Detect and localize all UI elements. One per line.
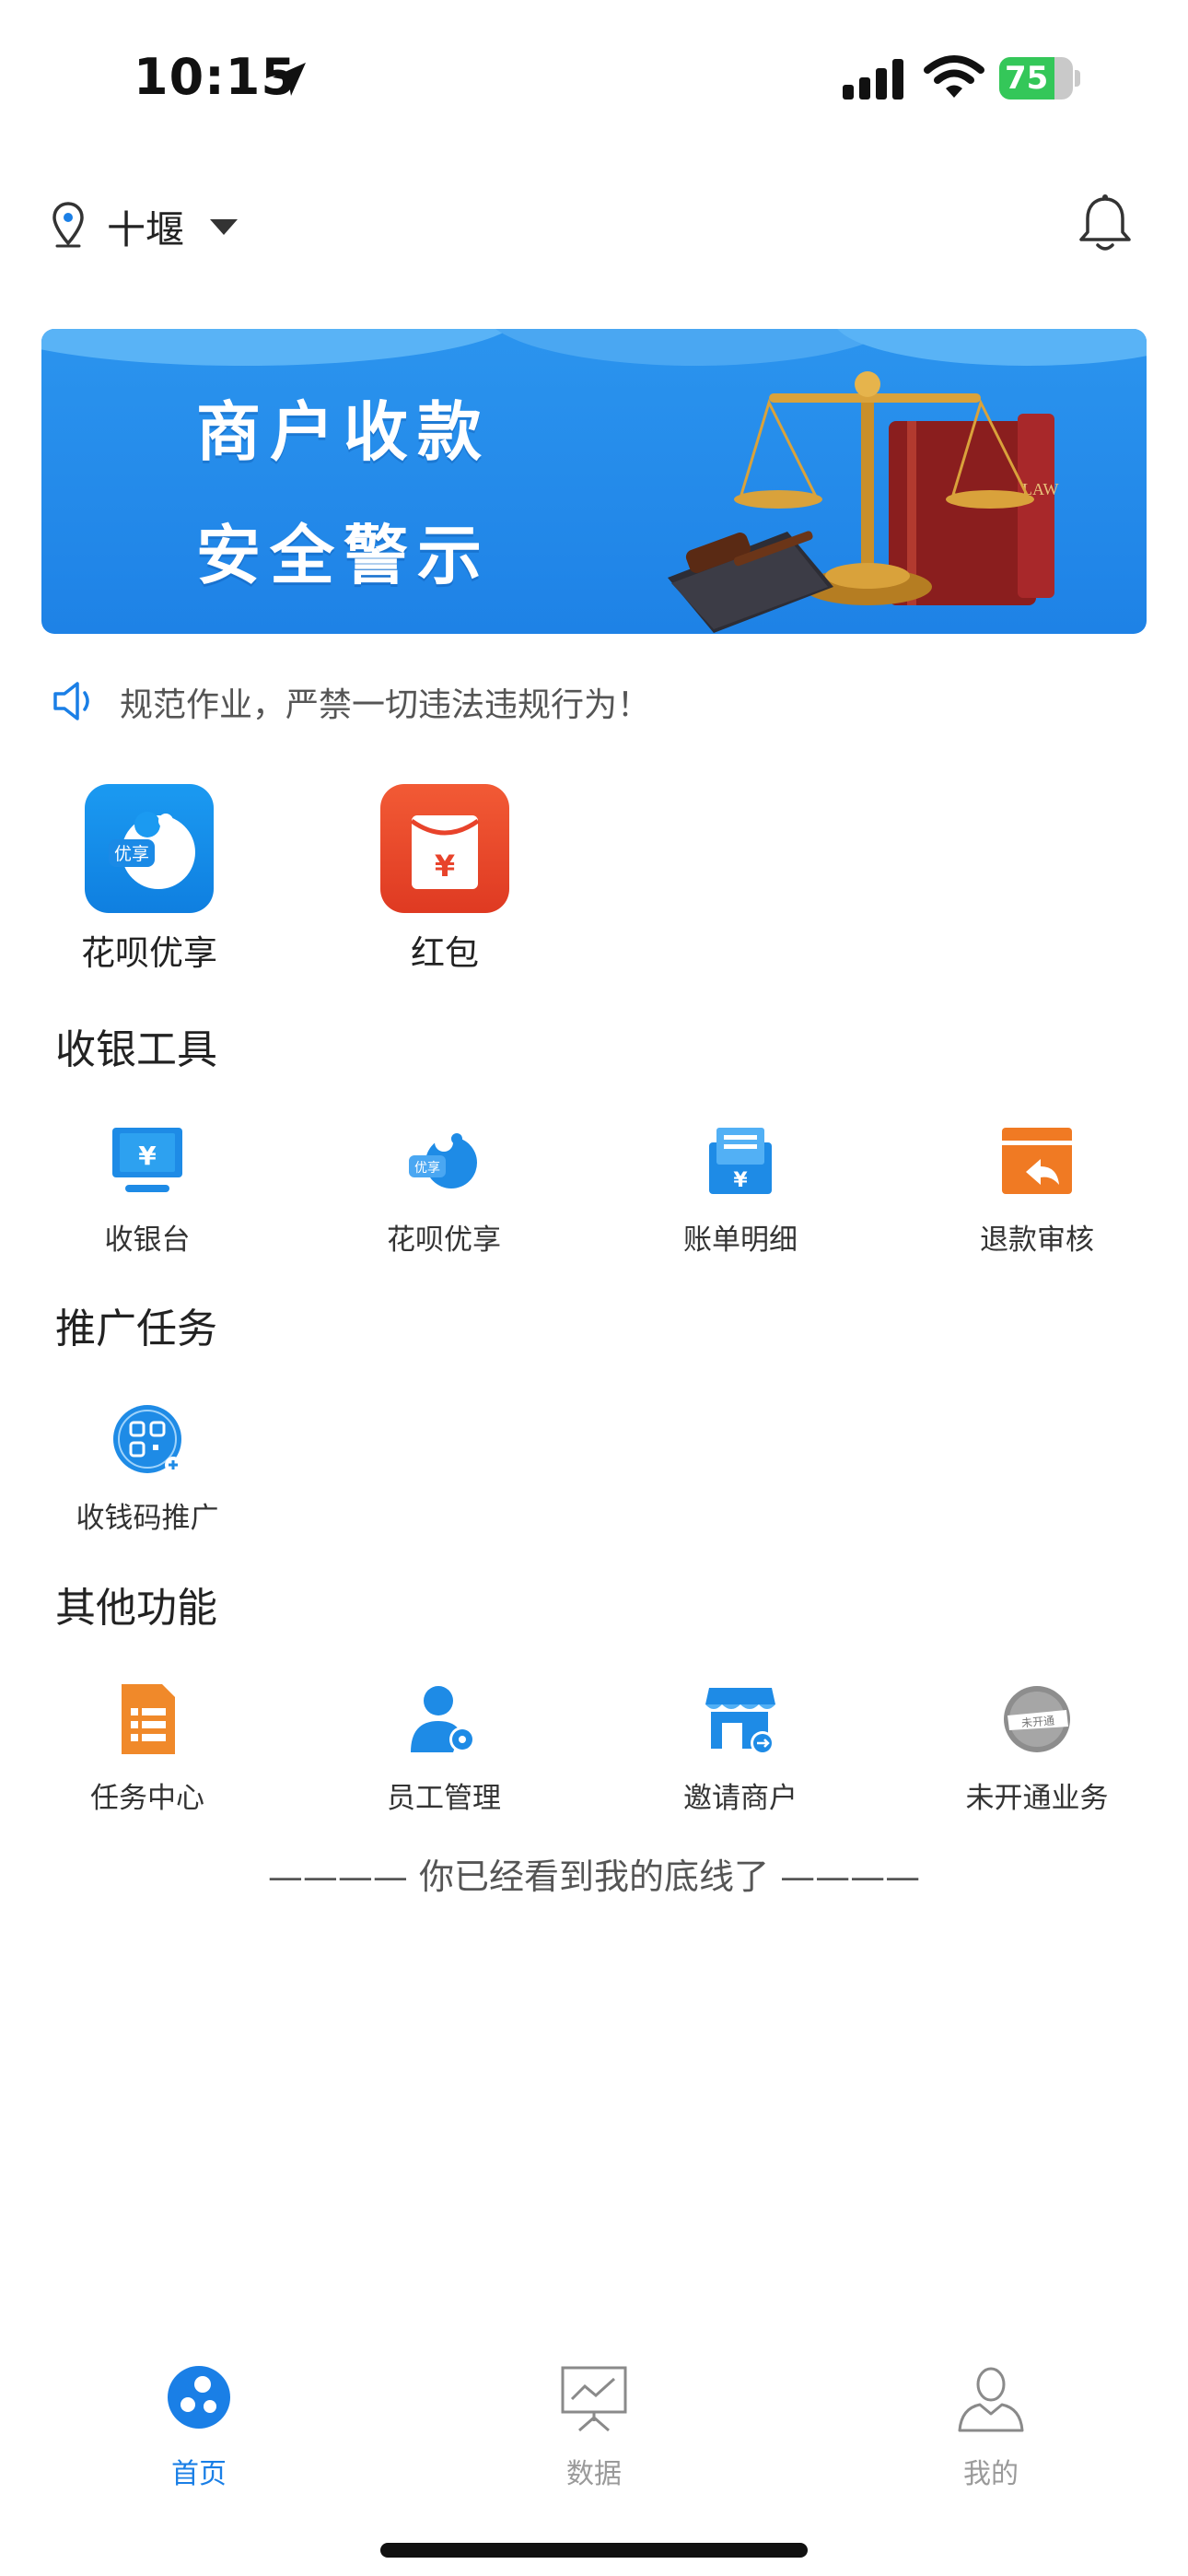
notice-text: 规范作业，严禁一切违法违规行为！ (120, 686, 651, 724)
refund-review-icon (1002, 1128, 1072, 1194)
chevron-down-icon[interactable] (210, 219, 238, 235)
cellular-signal-icon (843, 59, 903, 100)
tool-staff-manage-label: 员工管理 (387, 1782, 501, 1815)
tool-cashier[interactable]: ¥ 收银台 (37, 1124, 258, 1271)
safety-warning-banner[interactable]: 商户收款 安全警示 LAW (41, 329, 1147, 634)
invite-merchant-icon (705, 1688, 775, 1755)
svg-text:¥: ¥ (138, 1141, 157, 1171)
section-title-other: 其他功能 (55, 1585, 217, 1632)
svg-text:¥: ¥ (733, 1169, 748, 1192)
tool-invite-merchant-label: 邀请商户 (683, 1782, 798, 1815)
svg-text:优享: 优享 (114, 844, 149, 864)
battery-indicator: 75 (999, 57, 1080, 100)
home-indicator (380, 2543, 808, 2558)
tab-home-label: 首页 (171, 2458, 227, 2490)
staff-manage-icon (411, 1686, 475, 1752)
scales-of-justice-icon: LAW (668, 371, 1059, 633)
tool-refund-review-label: 退款审核 (980, 1224, 1094, 1257)
tool-inactive-business[interactable]: 未开通 未开通业务 (926, 1682, 1147, 1830)
bell-icon[interactable] (1076, 193, 1135, 254)
svg-text:优享: 优享 (414, 1160, 440, 1176)
tool-inactive-business-label: 未开通业务 (965, 1782, 1109, 1815)
tool-refund-review[interactable]: 退款审核 (926, 1124, 1147, 1271)
inactive-business-icon: 未开通 (1004, 1686, 1070, 1752)
tool-staff-manage[interactable]: 员工管理 (333, 1682, 554, 1830)
tool-huabei-label: 花呗优享 (387, 1224, 501, 1257)
huabei-icon: 优享 (409, 1133, 477, 1188)
bill-detail-icon: ¥ (709, 1128, 772, 1194)
tool-task-center[interactable]: 任务中心 (37, 1682, 258, 1830)
red-envelope-icon: ¥ (380, 784, 509, 913)
tool-qr-promotion-label: 收钱码推广 (76, 1502, 219, 1535)
speaker-icon (53, 682, 89, 720)
qr-promotion-icon (113, 1405, 181, 1473)
tool-cashier-label: 收银台 (104, 1224, 191, 1257)
end-of-list-text: ———— 你已经看到我的底线了 ———— (267, 1856, 921, 1897)
tab-data-label: 数据 (566, 2458, 622, 2490)
tool-task-center-label: 任务中心 (90, 1782, 204, 1815)
huabei-icon: 优享 (85, 784, 214, 913)
tab-mine[interactable]: 我的 (899, 2364, 1083, 2502)
tool-qr-promotion[interactable]: 收钱码推广 (37, 1402, 258, 1550)
cashier-monitor-icon: ¥ (112, 1128, 182, 1192)
person-icon (958, 2367, 1024, 2432)
chart-board-icon (561, 2366, 627, 2432)
location-arrow-icon (273, 63, 306, 96)
featured-app-red-envelope-label: 红包 (411, 933, 479, 973)
banner-title-line2: 安全警示 (196, 518, 491, 593)
city-selector[interactable]: 十堰 (107, 199, 184, 255)
tool-huabei[interactable]: 优享 花呗优享 (333, 1124, 554, 1271)
section-title-cashier-tools: 收银工具 (55, 1026, 217, 1073)
tool-invite-merchant[interactable]: 邀请商户 (630, 1682, 851, 1830)
tab-data[interactable]: 数据 (502, 2364, 686, 2502)
section-title-promotion: 推广任务 (55, 1306, 217, 1352)
home-bubbles-icon (168, 2366, 230, 2429)
tool-bill-detail-label: 账单明细 (683, 1224, 798, 1257)
wifi-icon (924, 55, 984, 98)
tab-mine-label: 我的 (963, 2458, 1019, 2490)
featured-app-huabei-label: 花呗优享 (81, 933, 217, 973)
location-pin-icon[interactable] (52, 201, 85, 249)
battery-percent: 75 (1005, 60, 1049, 97)
tab-home[interactable]: 首页 (107, 2364, 291, 2502)
svg-text:¥: ¥ (435, 849, 455, 884)
banner-title-line1: 商户收款 (196, 394, 491, 470)
task-list-icon (122, 1684, 175, 1754)
tool-bill-detail[interactable]: ¥ 账单明细 (630, 1124, 851, 1271)
